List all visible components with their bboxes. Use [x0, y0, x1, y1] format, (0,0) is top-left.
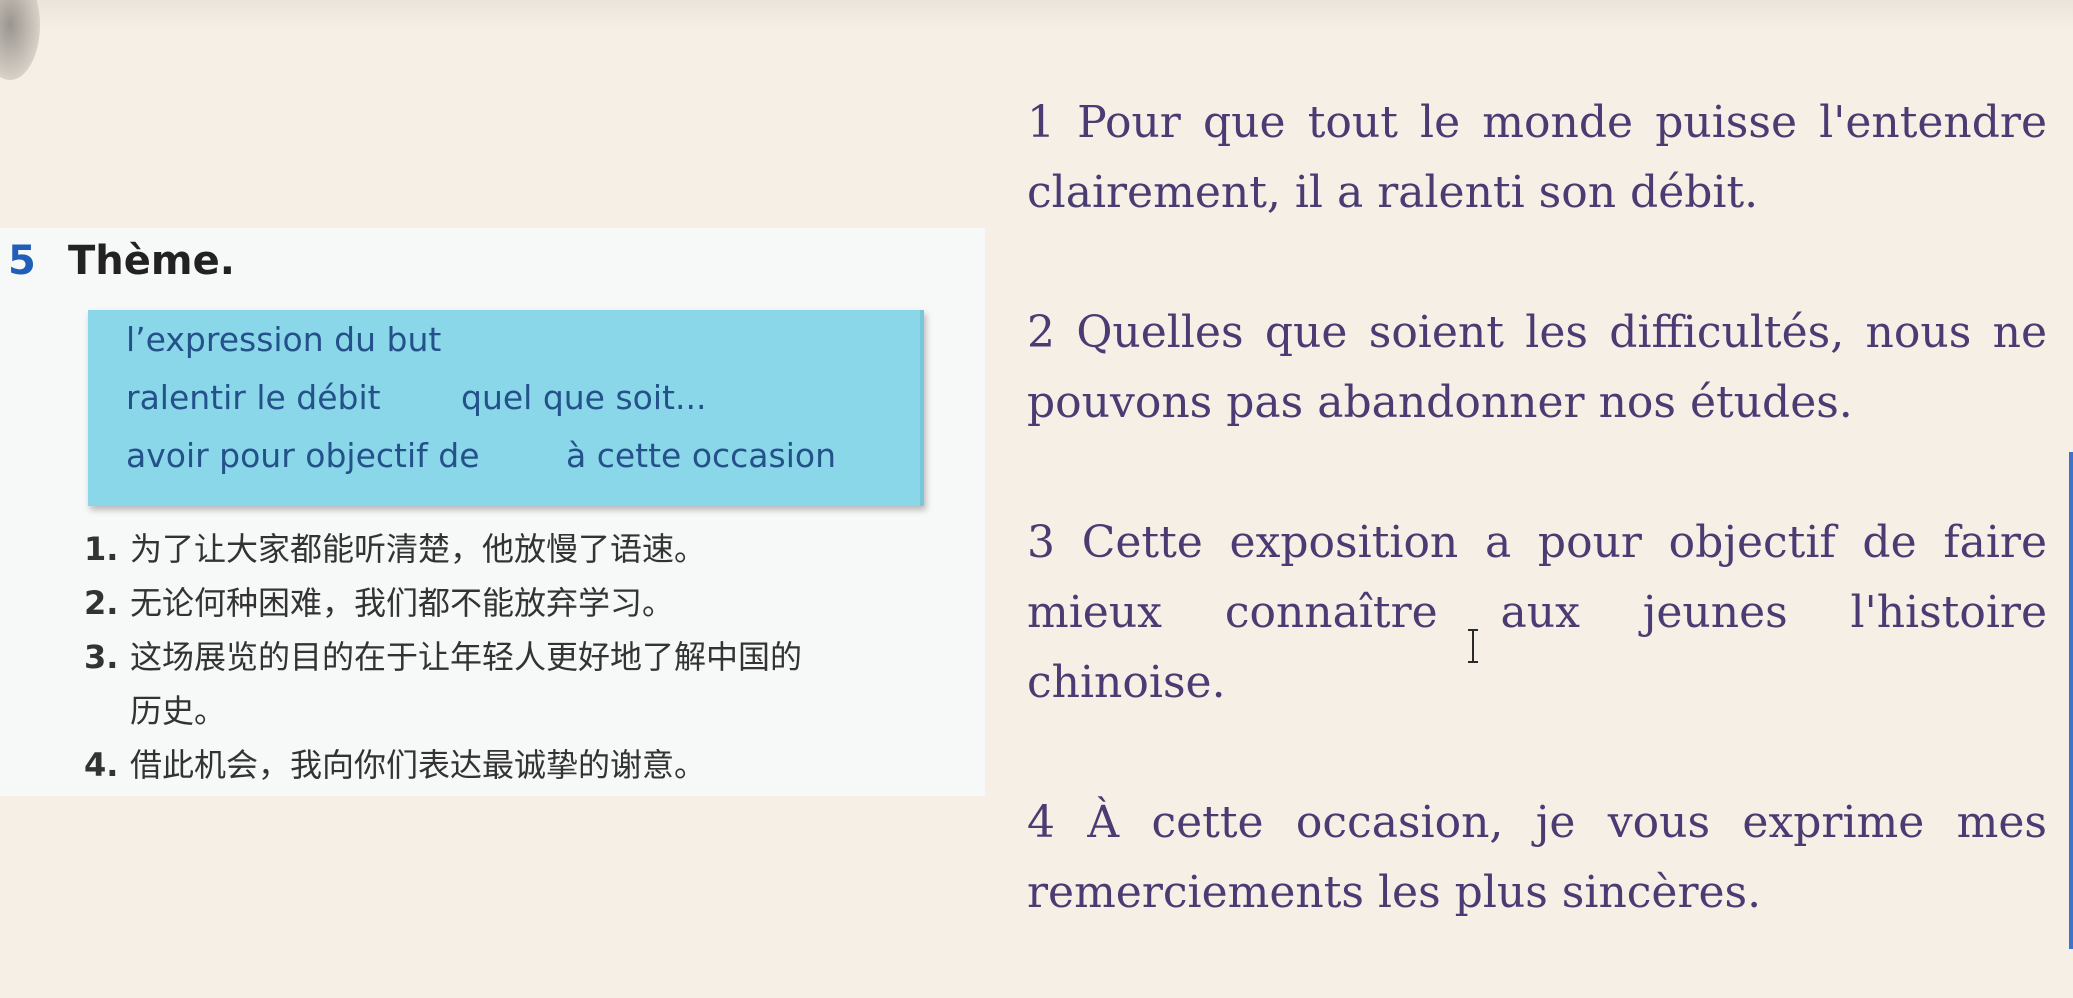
theme-item: à cette occasion	[566, 436, 836, 475]
list-item-text: 借此机会，我向你们表达最诚挚的谢意。	[130, 746, 707, 784]
list-item: 1. 为了让大家都能听清楚，他放慢了语速。	[84, 524, 706, 570]
theme-item: avoir pour objectif de	[126, 436, 480, 475]
translation-3: 3 Cette exposition a pour objectif de fa…	[1027, 517, 2047, 708]
list-item: 3. 这场展览的目的在于让年轻人更好地了解中国的	[84, 632, 802, 678]
list-item-number: 1.	[84, 530, 119, 568]
list-item-text: 为了让大家都能听清楚，他放慢了语速。	[130, 530, 707, 568]
translations: 1 Pour que tout le monde puisse l'entend…	[1027, 88, 2047, 998]
translation-2: 2 Quelles que soient les difficultés, no…	[1027, 307, 2047, 428]
theme-item: ralentir le débit	[126, 378, 381, 417]
textbook-excerpt: 5 Thème. l’expression du but ralentir le…	[0, 228, 985, 796]
top-shadow	[0, 0, 2073, 30]
exercise-title: Thème.	[68, 238, 235, 284]
list-item-number: 3.	[84, 638, 119, 676]
translation-4: 4 À cette occasion, je vous exprime mes …	[1027, 797, 2047, 918]
list-item-number: 2.	[84, 584, 119, 622]
text-cursor-icon	[1468, 629, 1478, 663]
theme-item: l’expression du but	[126, 320, 442, 359]
list-item-continuation: 历史。	[130, 692, 227, 730]
list-item-text: 这场展览的目的在于让年轻人更好地了解中国的	[130, 638, 803, 676]
corner-shadow	[0, 0, 40, 80]
list-item: 2. 无论何种困难，我们都不能放弃学习。	[84, 578, 674, 624]
list-item-text: 无论何种困难，我们都不能放弃学习。	[130, 584, 675, 622]
translation-1: 1 Pour que tout le monde puisse l'entend…	[1027, 97, 2047, 218]
scrollbar-edge	[2069, 452, 2073, 949]
theme-item: quel que soit...	[461, 378, 707, 417]
exercise-number: 5	[8, 238, 36, 284]
list-item-number: 4.	[84, 746, 119, 784]
theme-box: l’expression du but ralentir le débit qu…	[88, 310, 924, 506]
list-item: 4. 借此机会，我向你们表达最诚挚的谢意。	[84, 740, 706, 786]
